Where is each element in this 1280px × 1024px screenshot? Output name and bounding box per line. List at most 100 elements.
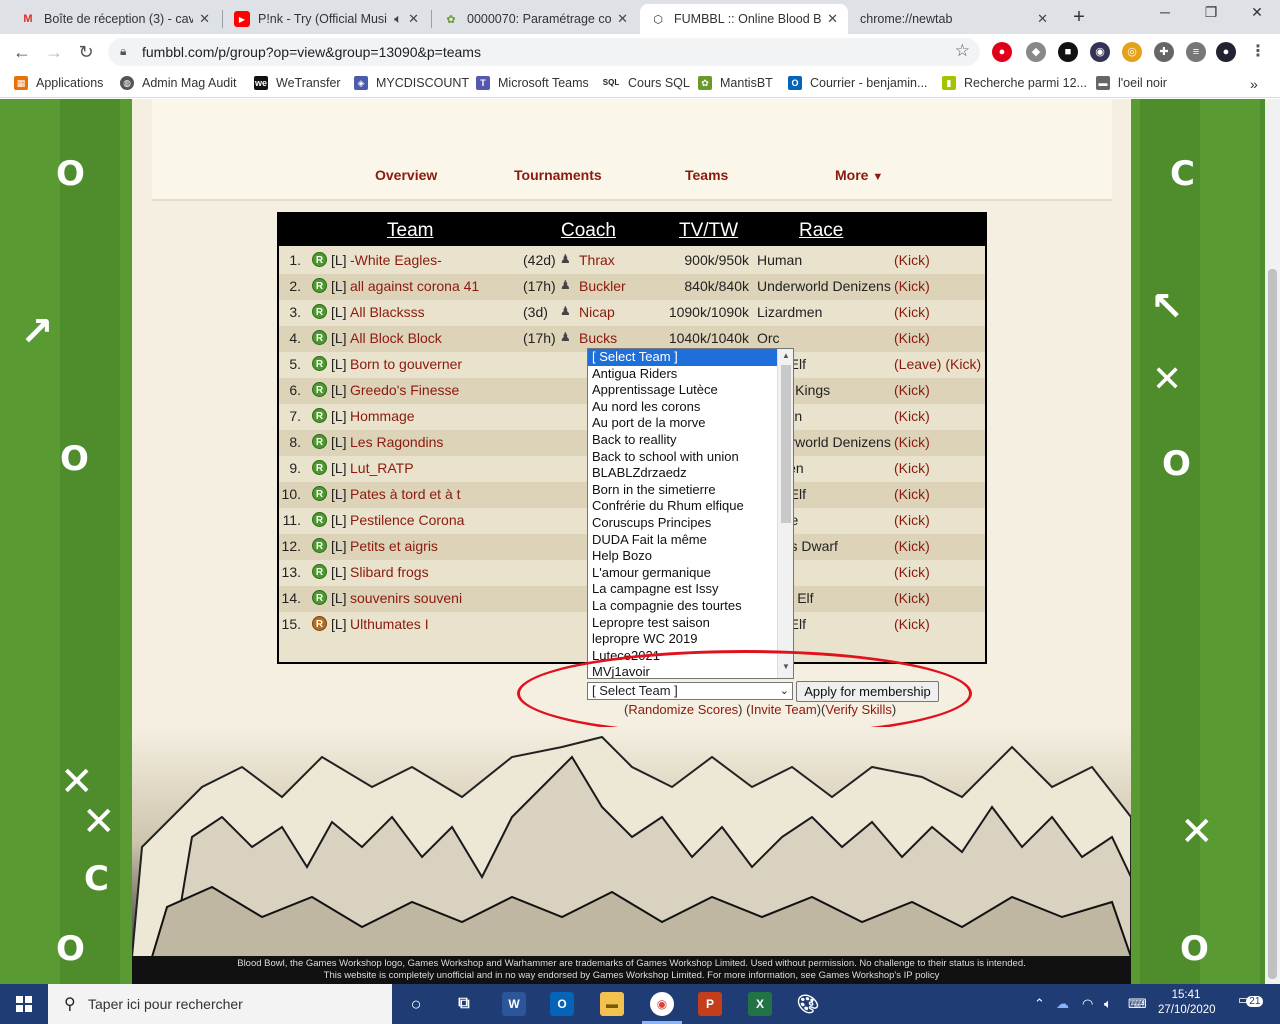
page-scrollbar[interactable] — [1265, 99, 1280, 984]
chrome-icon[interactable]: ◉ — [650, 992, 674, 1016]
apply-membership-button[interactable]: Apply for membership — [796, 681, 939, 702]
header-team[interactable]: Team — [387, 220, 433, 242]
menu-icon[interactable]: ⋮ — [1248, 42, 1268, 62]
page-scroll-thumb[interactable] — [1268, 269, 1277, 979]
team-link[interactable]: Pates à tord et à t — [350, 486, 461, 502]
bookmark-microsoft-teams[interactable]: T Microsoft Teams — [476, 76, 589, 90]
tab-mantis[interactable]: ✿ 0000070: Paramétrage conc ✕ — [433, 4, 638, 34]
team-actions[interactable]: (Kick) — [894, 304, 930, 320]
bookmark-wetransfer[interactable]: we WeTransfer — [254, 76, 341, 90]
dropdown-option[interactable]: L'amour germanique — [588, 565, 793, 582]
team-actions[interactable]: (Kick) — [894, 382, 930, 398]
dropdown-option[interactable]: Born in the simetierre — [588, 482, 793, 499]
team-link[interactable]: Les Ragondins — [350, 434, 443, 450]
taskbar-search[interactable]: ⚲ Taper ici pour rechercher — [48, 984, 392, 1024]
cortana-icon[interactable]: ○ — [404, 992, 428, 1016]
team-actions[interactable]: (Kick) — [894, 564, 930, 580]
team-link[interactable]: Pestilence Corona — [350, 512, 464, 528]
team-actions[interactable]: (Kick) — [894, 512, 930, 528]
minimize-button[interactable]: ─ — [1150, 4, 1180, 20]
team-actions[interactable]: (Kick) — [894, 460, 930, 476]
dropdown-scroll-thumb[interactable] — [781, 365, 791, 523]
randomize-scores-link[interactable]: Randomize Scores — [628, 702, 738, 717]
back-button[interactable]: ← — [10, 40, 34, 64]
team-actions[interactable]: (Kick) — [894, 538, 930, 554]
team-actions[interactable]: (Kick) — [894, 330, 930, 346]
team-link[interactable]: Petits et aigris — [350, 538, 438, 554]
team-actions[interactable]: (Kick) — [894, 486, 930, 502]
team-link[interactable]: souvenirs souveni — [350, 590, 462, 606]
team-actions[interactable]: (Kick) — [894, 278, 930, 294]
file-explorer-icon[interactable]: ▬ — [600, 992, 624, 1016]
address-bar[interactable]: 🔒︎ fumbbl.com/p/group?op=view&group=1309… — [108, 38, 980, 66]
extension-icon[interactable]: ■ — [1058, 42, 1078, 62]
dropdown-option[interactable]: Apprentissage Lutèce — [588, 382, 793, 399]
dropdown-option[interactable]: La campagne est Issy — [588, 581, 793, 598]
team-link[interactable]: Ulthumates I — [350, 616, 429, 632]
dropdown-option[interactable]: Au port de la morve — [588, 415, 793, 432]
dropdown-option[interactable]: Back to reallity — [588, 432, 793, 449]
windows-start-icon[interactable] — [0, 984, 48, 1024]
close-icon[interactable]: ✕ — [617, 11, 628, 27]
taskbar-clock[interactable]: 15:41 27/10/2020 — [1158, 988, 1216, 1018]
header-coach[interactable]: Coach — [561, 220, 616, 242]
keyboard-icon[interactable]: ⌨ — [1128, 996, 1147, 1012]
verify-skills-link[interactable]: Verify Skills — [825, 702, 891, 717]
coach-link[interactable]: Bucks — [579, 330, 617, 346]
dropdown-option[interactable]: DUDA Fait la même — [588, 532, 793, 549]
dropdown-option[interactable]: lepropre WC 2019 — [588, 631, 793, 648]
dropdown-option[interactable]: BLABLZdrzaedz — [588, 465, 793, 482]
dropbox-icon[interactable]: ◆ — [1026, 42, 1046, 62]
dropdown-option[interactable]: Antigua Riders — [588, 366, 793, 383]
tab-fumbbl[interactable]: ⬡ FUMBBL :: Online Blood Bo ✕ — [640, 4, 848, 34]
tab-youtube[interactable]: ▶ P!nk - Try (Official Musi 🔈︎ ✕ — [224, 4, 429, 34]
close-icon[interactable]: ✕ — [199, 11, 210, 27]
nav-overview[interactable]: Overview — [375, 167, 437, 183]
paint-icon[interactable]: 🎨︎ — [796, 992, 820, 1016]
tray-chevron-icon[interactable]: ⌃ — [1034, 996, 1045, 1012]
coach-link[interactable]: Buckler — [579, 278, 626, 294]
speaker-icon[interactable]: 🔈︎ — [394, 11, 402, 27]
team-select-dropdown-list[interactable]: [ Select Team ] Antigua Riders Apprentissa… — [587, 348, 794, 679]
excel-icon[interactable]: X — [748, 992, 772, 1016]
team-actions[interactable]: (Kick) — [894, 590, 930, 606]
header-race[interactable]: Race — [799, 220, 843, 242]
close-icon[interactable]: ✕ — [1037, 11, 1048, 27]
bookmark-mycdiscount[interactable]: ◈ MYCDISCOUNT — [354, 76, 469, 90]
team-link[interactable]: All Block Block — [350, 330, 442, 346]
bookmark-mantisbt[interactable]: ✿ MantisBT — [698, 76, 773, 90]
team-link[interactable]: Hommage — [350, 408, 415, 424]
close-icon[interactable]: ✕ — [827, 11, 838, 27]
bookmark-star-icon[interactable]: ☆ — [955, 41, 970, 61]
nav-more[interactable]: More ▼ — [835, 167, 883, 183]
team-link[interactable]: Greedo's Finesse — [350, 382, 459, 398]
team-actions[interactable]: (Kick) — [894, 252, 930, 268]
dropdown-option[interactable]: Back to school with union — [588, 449, 793, 466]
maximize-button[interactable]: ❐ — [1196, 4, 1226, 21]
bookmark-cours-sql[interactable]: SQL Cours SQL — [602, 76, 690, 90]
invite-team-link[interactable]: Invite Team — [750, 702, 816, 717]
dropdown-option[interactable]: Coruscups Principes — [588, 515, 793, 532]
wifi-icon[interactable]: ◠ — [1082, 996, 1093, 1012]
powerpoint-icon[interactable]: P — [698, 992, 722, 1016]
media-icon[interactable]: ≡ — [1186, 42, 1206, 62]
team-select[interactable]: [ Select Team ] ⌄ — [587, 682, 793, 700]
nav-teams[interactable]: Teams — [685, 167, 728, 183]
word-icon[interactable]: W — [502, 992, 526, 1016]
dropdown-option[interactable]: [ Select Team ] — [588, 349, 793, 366]
nav-tournaments[interactable]: Tournaments — [514, 167, 602, 183]
avatar[interactable]: ● — [1216, 42, 1236, 62]
volume-icon[interactable]: 🔈︎ — [1104, 996, 1112, 1012]
team-link[interactable]: -White Eagles- — [350, 252, 442, 268]
new-tab-button[interactable]: + — [1068, 6, 1090, 28]
task-view-icon[interactable]: ⧉ — [452, 992, 476, 1016]
reload-button[interactable]: ↻ — [74, 40, 98, 64]
notifications-icon[interactable]: ▭21 — [1238, 992, 1264, 1008]
team-link[interactable]: Born to gouverner — [350, 356, 462, 372]
bookmark-admin-mag-audit[interactable]: ◍ Admin Mag Audit — [120, 76, 237, 90]
header-tvtw[interactable]: TV/TW — [679, 220, 738, 242]
scroll-up-icon[interactable]: ▲ — [778, 351, 793, 365]
team-actions[interactable]: (Kick) — [894, 408, 930, 424]
forward-button[interactable]: → — [42, 40, 66, 64]
team-link[interactable]: all against corona 41 — [350, 278, 479, 294]
